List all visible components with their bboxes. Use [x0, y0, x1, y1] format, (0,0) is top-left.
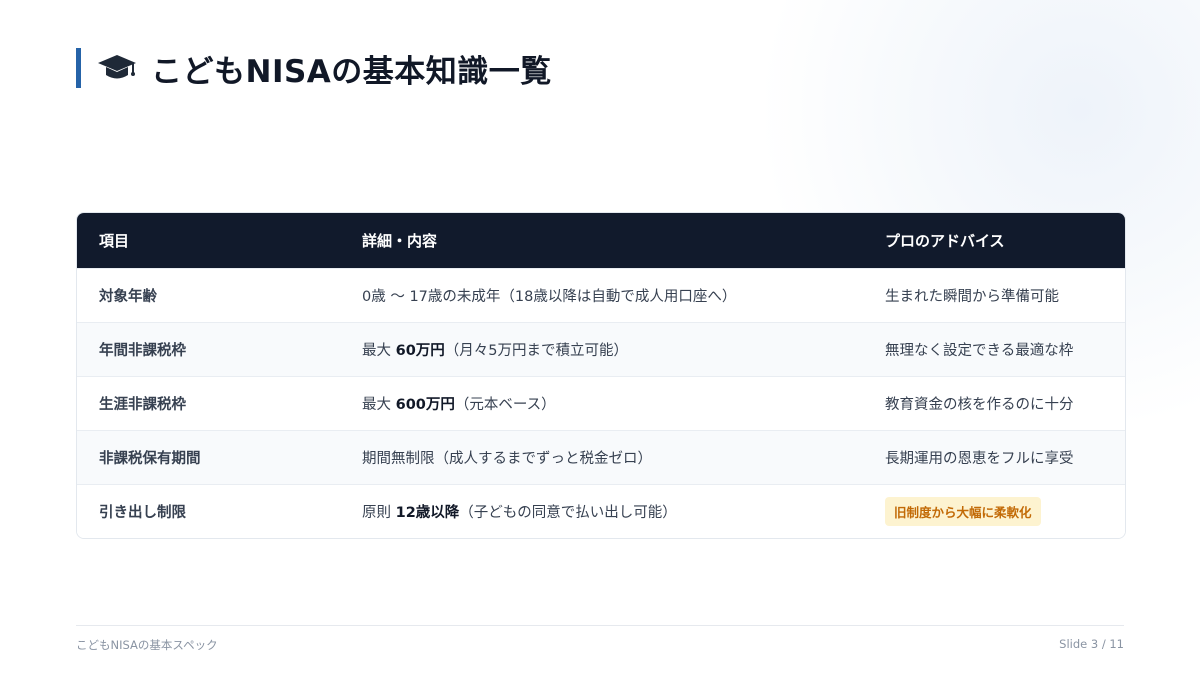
header-item: 項目 [99, 232, 130, 250]
title-accent-bar [76, 48, 81, 88]
highlight-badge: 旧制度から大幅に柔軟化 [885, 497, 1041, 526]
table-row: 生涯非課税枠 最大 600万円（元本ベース） 教育資金の核を作るのに十分 [77, 376, 1125, 430]
graduation-cap-icon [97, 52, 137, 84]
row-advice: 旧制度から大幅に柔軟化 [885, 497, 1041, 526]
row-detail: 期間無制限（成人するまでずっと税金ゼロ） [362, 451, 652, 467]
table-row: 対象年齢 0歳 〜 17歳の未成年（18歳以降は自動で成人用口座へ） 生まれた瞬… [77, 268, 1125, 322]
page-title: こどもNISAの基本知識一覧 [151, 53, 552, 90]
table-header: 項目 詳細・内容 プロのアドバイス [77, 213, 1125, 268]
table-row: 非課税保有期間 期間無制限（成人するまでずっと税金ゼロ） 長期運用の恩恵をフルに… [77, 430, 1125, 484]
header-advice: プロのアドバイス [885, 232, 1005, 250]
slide: こどもNISAの基本知識一覧 項目 詳細・内容 プロのアドバイス 対象年齢 0歳… [0, 0, 1200, 675]
title-block: こどもNISAの基本知識一覧 [76, 48, 552, 90]
header-detail: 詳細・内容 [362, 232, 438, 250]
spec-table: 項目 詳細・内容 プロのアドバイス 対象年齢 0歳 〜 17歳の未成年（18歳以… [76, 212, 1126, 539]
row-detail: 最大 60万円（月々5万円まで積立可能） [362, 343, 629, 359]
table-row: 年間非課税枠 最大 60万円（月々5万円まで積立可能） 無理なく設定できる最適な… [77, 322, 1125, 376]
row-item: 対象年齢 [99, 289, 157, 305]
row-advice: 無理なく設定できる最適な枠 [885, 343, 1074, 359]
footer-divider [76, 625, 1124, 626]
row-item: 年間非課税枠 [99, 343, 186, 359]
footer-title: こどもNISAの基本スペック [76, 638, 218, 652]
row-advice: 教育資金の核を作るのに十分 [885, 397, 1074, 413]
table-row: 引き出し制限 原則 12歳以降（子どもの同意で払い出し可能） 旧制度から大幅に柔… [77, 484, 1125, 538]
row-advice: 長期運用の恩恵をフルに享受 [885, 451, 1074, 467]
row-item: 非課税保有期間 [99, 451, 201, 467]
row-item: 引き出し制限 [99, 505, 186, 521]
slide-number: Slide 3 / 11 [1059, 637, 1124, 651]
row-detail: 0歳 〜 17歳の未成年（18歳以降は自動で成人用口座へ） [362, 289, 737, 305]
row-detail: 原則 12歳以降（子どもの同意で払い出し可能） [362, 505, 677, 521]
row-detail: 最大 600万円（元本ベース） [362, 397, 556, 413]
row-item: 生涯非課税枠 [99, 397, 186, 413]
row-advice: 生まれた瞬間から準備可能 [885, 289, 1059, 305]
